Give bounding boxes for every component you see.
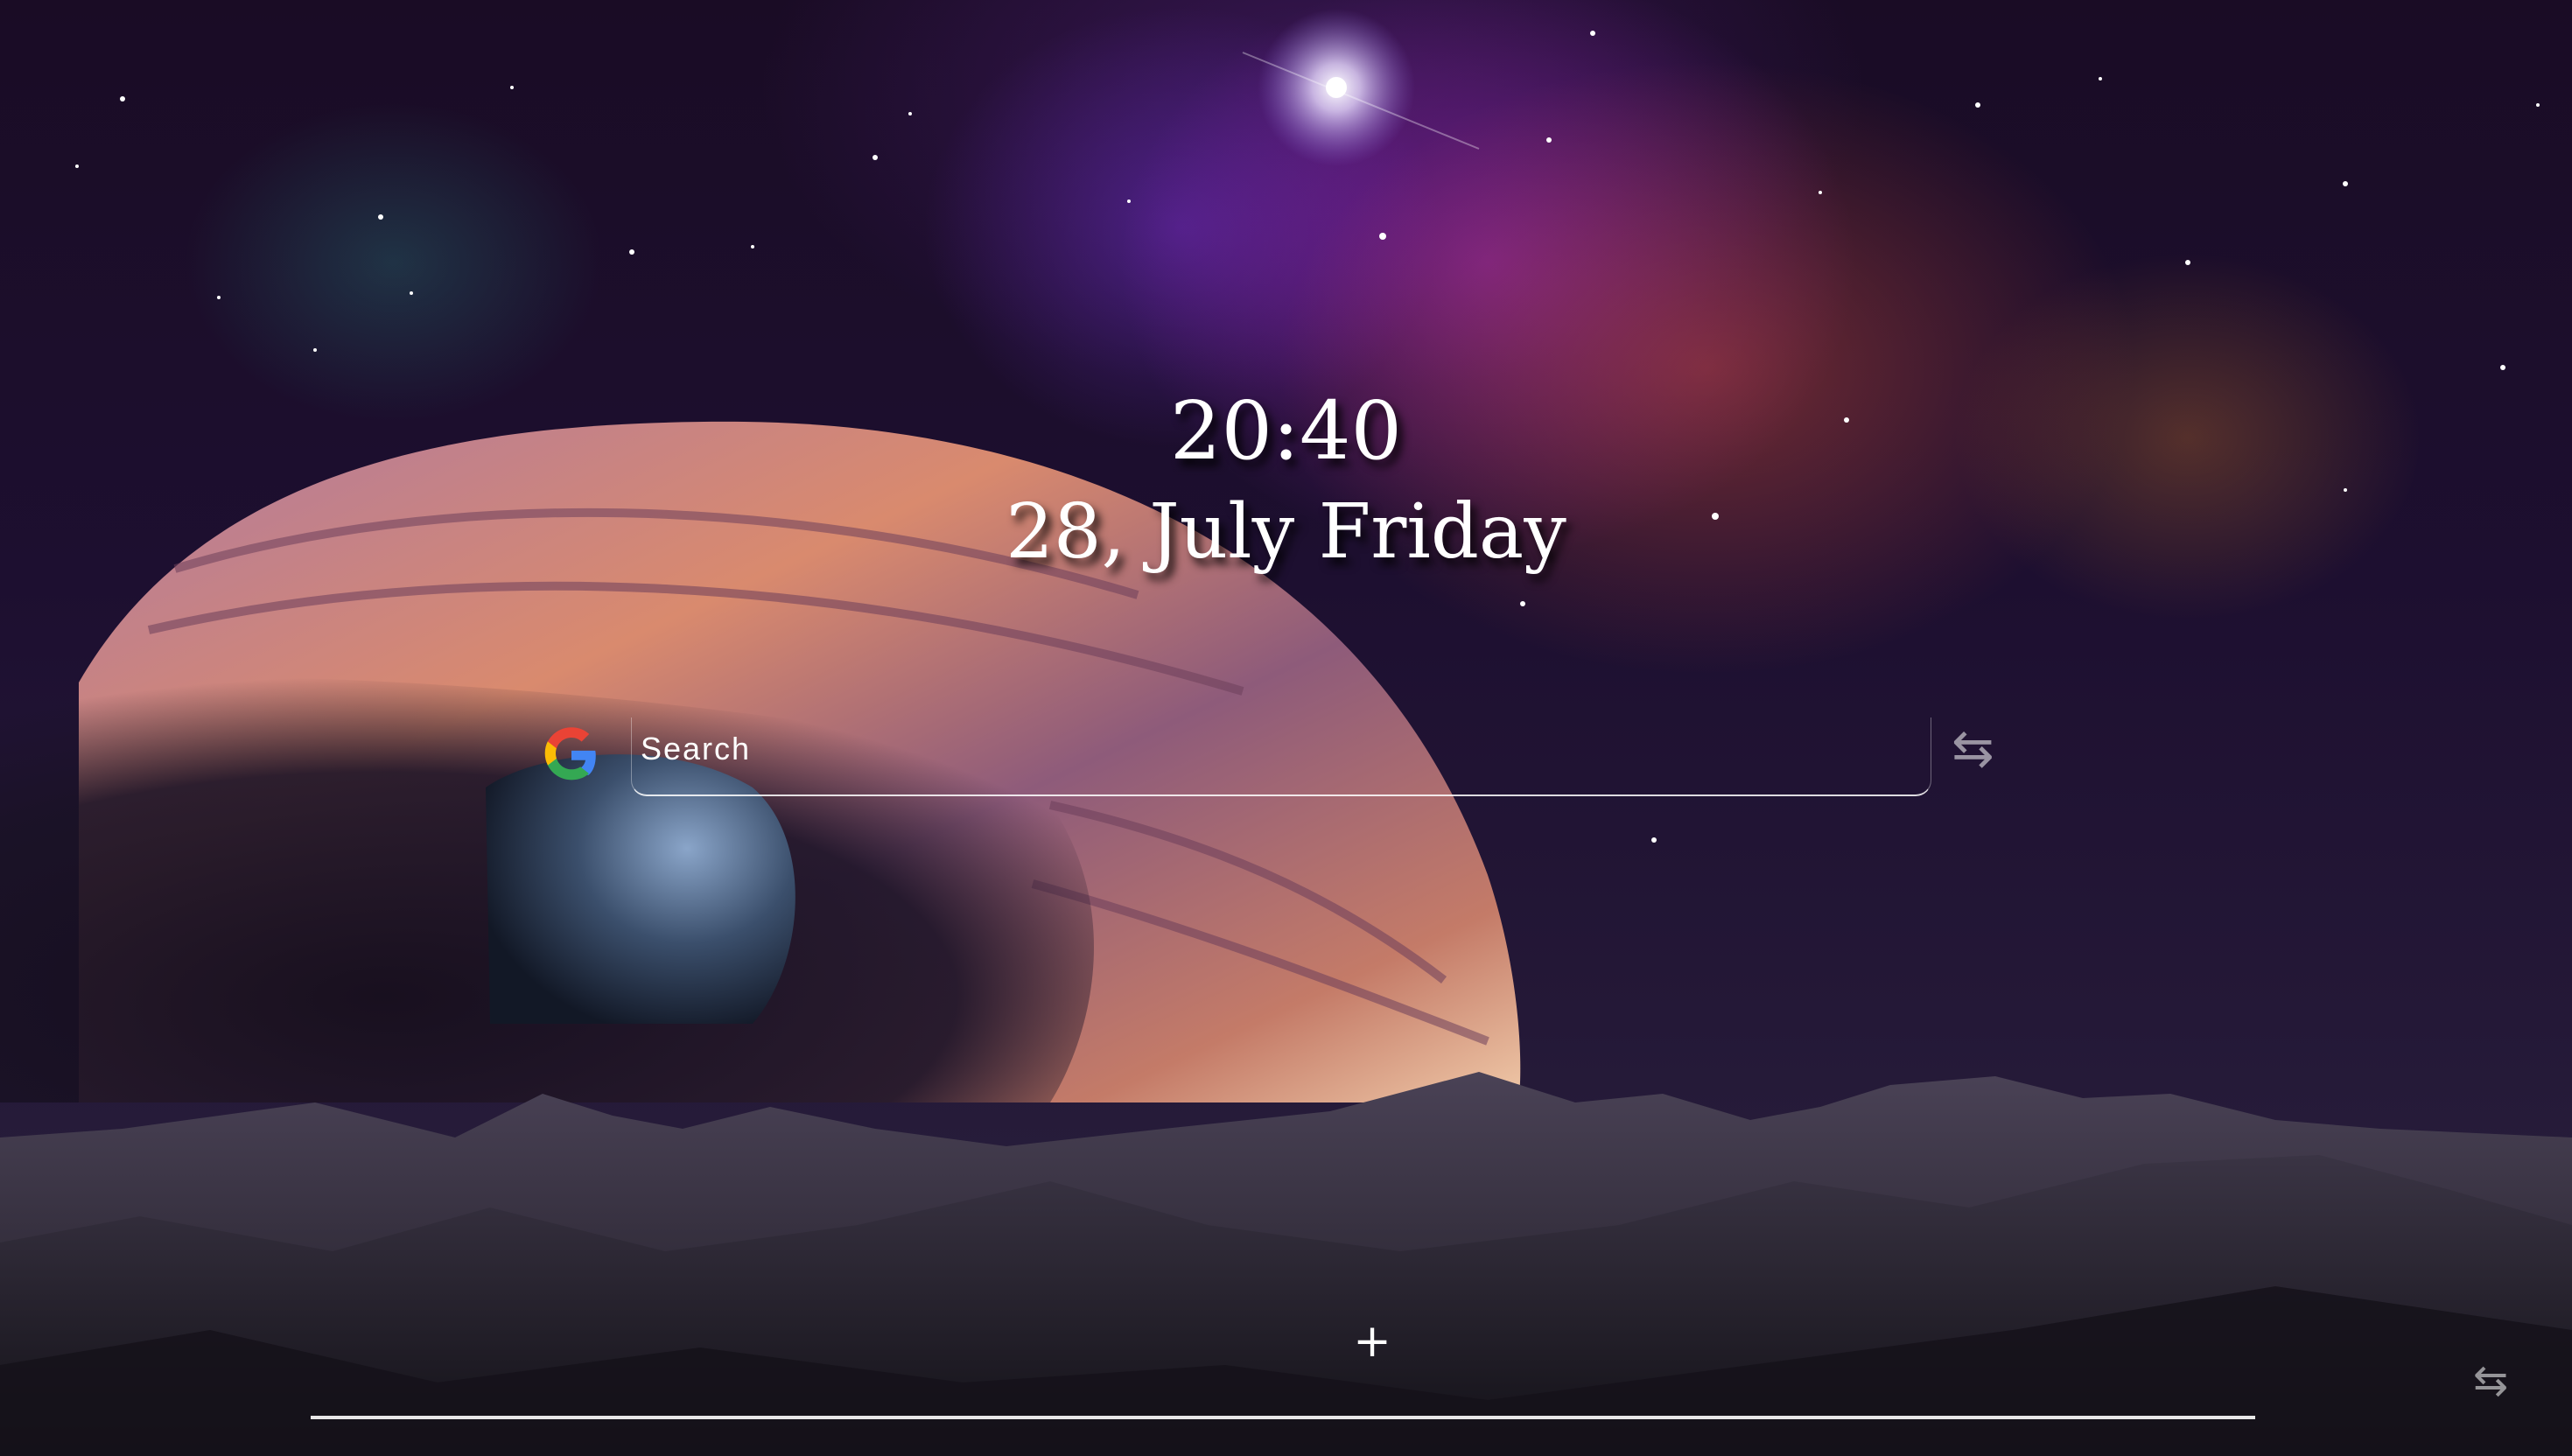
add-shortcut-button[interactable]: + [1348,1317,1397,1366]
search-box [631,718,1931,796]
google-logo-icon[interactable] [542,725,601,785]
clock-time: 20:40 [1169,384,1403,478]
swap-arrows-icon[interactable]: ⇆ [1952,723,1994,774]
search-input[interactable] [639,726,1920,772]
shortcut-bar [311,1416,2255,1419]
clock-date: 28, July Friday [1006,488,1566,576]
swap-arrows-icon[interactable]: ⇆ [2473,1360,2508,1402]
